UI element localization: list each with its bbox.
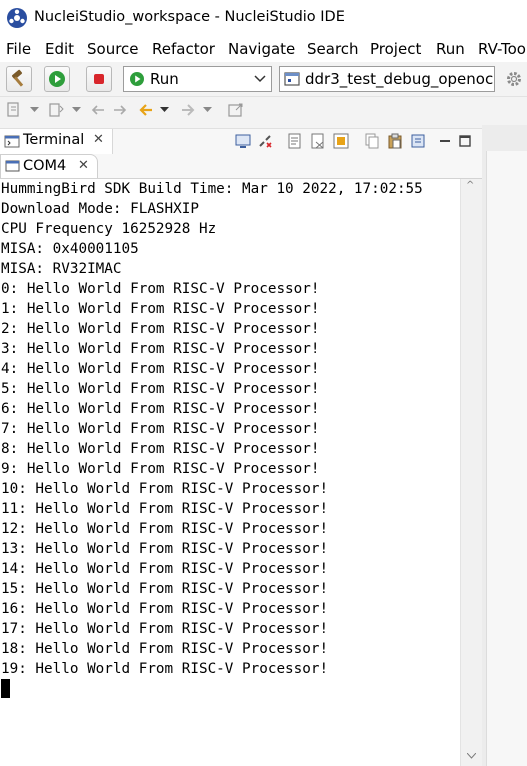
- terminal-line: 7: Hello World From RISC-V Processor!: [1, 421, 320, 437]
- chevron-down-icon[interactable]: [72, 107, 81, 113]
- forward-arrow-icon[interactable]: [180, 102, 196, 118]
- main-toolbar: Run ddr3_test_debug_openocd: [0, 62, 527, 97]
- chevron-down-icon: [254, 75, 266, 83]
- launch-config-select[interactable]: ddr3_test_debug_openocd: [279, 66, 495, 92]
- terminal-line: 0: Hello World From RISC-V Processor!: [1, 281, 320, 297]
- terminal-line: 10: Hello World From RISC-V Processor!: [1, 481, 329, 497]
- menu-rv-tools[interactable]: RV-Tools: [478, 40, 527, 58]
- close-icon[interactable]: ✕: [93, 132, 104, 147]
- terminal-output[interactable]: HummingBird SDK Build Time: Mar 10 2022,…: [0, 179, 460, 766]
- terminal-line: 18: Hello World From RISC-V Processor!: [1, 641, 329, 657]
- play-icon: [49, 71, 65, 87]
- terminal-icon: [4, 135, 20, 148]
- launch-mode-value: Run: [150, 70, 179, 88]
- menu-edit[interactable]: Edit: [45, 40, 74, 58]
- run-mode-icon: [130, 72, 144, 86]
- terminal-line: 5: Hello World From RISC-V Processor!: [1, 381, 320, 397]
- terminal-line: Download Mode: FLASHXIP: [1, 201, 199, 217]
- terminal-line: 15: Hello World From RISC-V Processor!: [1, 581, 329, 597]
- scroll-down-icon[interactable]: [467, 753, 476, 759]
- terminal-line: 6: Hello World From RISC-V Processor!: [1, 401, 320, 417]
- disconnect-icon[interactable]: [257, 133, 273, 149]
- terminal-tab-label: Terminal: [23, 132, 85, 148]
- terminal-view-header: Terminal ✕: [0, 128, 482, 154]
- menu-navigate[interactable]: Navigate: [228, 40, 295, 58]
- terminal-line: MISA: RV32IMAC: [1, 261, 122, 277]
- terminal-line: 11: Hello World From RISC-V Processor!: [1, 501, 329, 517]
- stop-icon: [94, 74, 104, 84]
- menu-run[interactable]: Run: [436, 40, 465, 58]
- nuclei-studio-icon: [7, 8, 27, 28]
- terminal-line: 16: Hello World From RISC-V Processor!: [1, 601, 329, 617]
- side-panel-frame: [486, 151, 527, 766]
- menu-bar: File Edit Source Refactor Navigate Searc…: [0, 38, 527, 62]
- paste-icon[interactable]: [387, 133, 403, 149]
- terminal-lines: HummingBird SDK Build Time: Mar 10 2022,…: [1, 179, 423, 679]
- terminal-line: 14: Hello World From RISC-V Processor!: [1, 561, 329, 577]
- terminal-line: 12: Hello World From RISC-V Processor!: [1, 521, 329, 537]
- launch-config-icon: [284, 72, 300, 86]
- terminal-line: MISA: 0x40001105: [1, 241, 139, 257]
- launch-config-value: ddr3_test_debug_openocd: [305, 70, 495, 88]
- menu-project[interactable]: Project: [370, 40, 421, 58]
- title-bar: NucleiStudio_workspace - NucleiStudio ID…: [0, 0, 527, 36]
- terminal-line: 8: Hello World From RISC-V Processor!: [1, 441, 320, 457]
- last-edit-icon[interactable]: [90, 102, 106, 118]
- window-title: NucleiStudio_workspace - NucleiStudio ID…: [34, 9, 345, 25]
- terminal-line: 17: Hello World From RISC-V Processor!: [1, 621, 329, 637]
- chevron-down-icon[interactable]: [30, 107, 39, 113]
- prev-annotation-icon[interactable]: [48, 102, 64, 118]
- close-icon[interactable]: ✕: [78, 158, 89, 173]
- back-arrow-icon[interactable]: [138, 102, 154, 118]
- tab-terminal[interactable]: Terminal ✕: [0, 129, 113, 154]
- clear-terminal-icon[interactable]: [310, 133, 326, 149]
- copy-icon[interactable]: [364, 133, 380, 149]
- console-display-icon[interactable]: [235, 133, 251, 149]
- scroll-lock-icon[interactable]: [287, 133, 303, 149]
- menu-file[interactable]: File: [6, 40, 31, 58]
- hammer-icon: [11, 69, 24, 87]
- terminal-line: 19: Hello World From RISC-V Processor!: [1, 661, 329, 677]
- navigation-toolbar: [0, 97, 527, 125]
- build-button[interactable]: [6, 66, 32, 92]
- terminal-vertical-scrollbar[interactable]: ^: [460, 179, 482, 766]
- next-edit-icon[interactable]: [112, 102, 128, 118]
- terminal-line: HummingBird SDK Build Time: Mar 10 2022,…: [1, 181, 423, 197]
- terminal-line: 1: Hello World From RISC-V Processor!: [1, 301, 320, 317]
- right-side-panel: [482, 125, 527, 766]
- terminal-line: 9: Hello World From RISC-V Processor!: [1, 461, 320, 477]
- annotation-icon[interactable]: [6, 102, 22, 118]
- terminal-line: 4: Hello World From RISC-V Processor!: [1, 361, 320, 377]
- com4-tab-label: COM4: [23, 158, 67, 174]
- select-all-icon[interactable]: [410, 133, 426, 149]
- chevron-down-icon[interactable]: [203, 107, 212, 113]
- terminal-line: 3: Hello World From RISC-V Processor!: [1, 341, 320, 357]
- terminal-session-tabbar: COM4 ✕: [0, 154, 482, 179]
- menu-refactor[interactable]: Refactor: [152, 40, 215, 58]
- scroll-up-icon[interactable]: ^: [466, 180, 474, 191]
- terminal-line: 2: Hello World From RISC-V Processor!: [1, 321, 320, 337]
- maximize-view-icon[interactable]: [457, 133, 473, 149]
- stop-button[interactable]: [86, 66, 112, 92]
- terminal-cursor: [1, 679, 10, 698]
- launch-mode-select[interactable]: Run: [123, 66, 272, 92]
- terminal-line: CPU Frequency 16252928 Hz: [1, 221, 217, 237]
- menu-search[interactable]: Search: [307, 40, 359, 58]
- pin-editor-icon[interactable]: [228, 102, 244, 118]
- gear-icon[interactable]: [506, 71, 522, 87]
- run-button[interactable]: [44, 66, 70, 92]
- minimize-view-icon[interactable]: [437, 133, 453, 149]
- terminal-settings-icon[interactable]: [333, 133, 349, 149]
- serial-terminal-icon: [5, 160, 20, 172]
- chevron-down-icon[interactable]: [160, 107, 169, 113]
- tab-com4[interactable]: COM4 ✕: [0, 154, 98, 178]
- terminal-line: 13: Hello World From RISC-V Processor!: [1, 541, 329, 557]
- menu-source[interactable]: Source: [87, 40, 139, 58]
